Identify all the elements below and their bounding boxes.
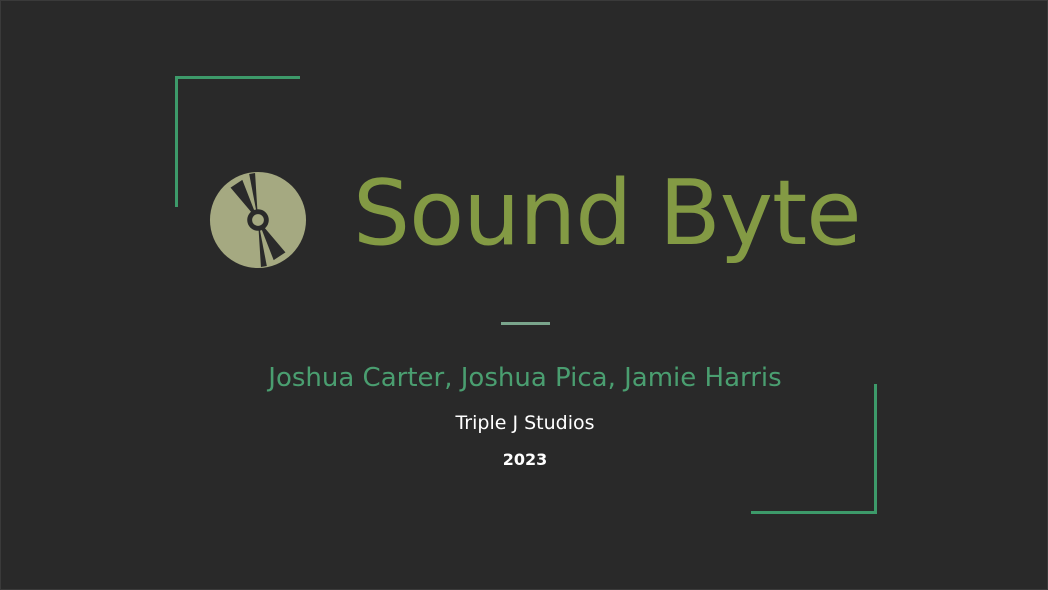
studio-name: Triple J Studios	[455, 412, 595, 434]
slide-title: Sound Byte	[353, 161, 862, 266]
frame-corner-top-left-h	[175, 76, 300, 79]
year: 2023	[502, 450, 548, 469]
title-divider	[501, 322, 550, 325]
frame-corner-bottom-right-v	[874, 384, 877, 514]
compact-disc-icon	[209, 171, 307, 269]
title-slide: Sound Byte Joshua Carter, Joshua Pica, J…	[0, 0, 1048, 590]
frame-corner-top-left-v	[175, 76, 178, 207]
frame-corner-bottom-right-h	[751, 511, 877, 514]
authors: Joshua Carter, Joshua Pica, Jamie Harris	[268, 363, 782, 393]
